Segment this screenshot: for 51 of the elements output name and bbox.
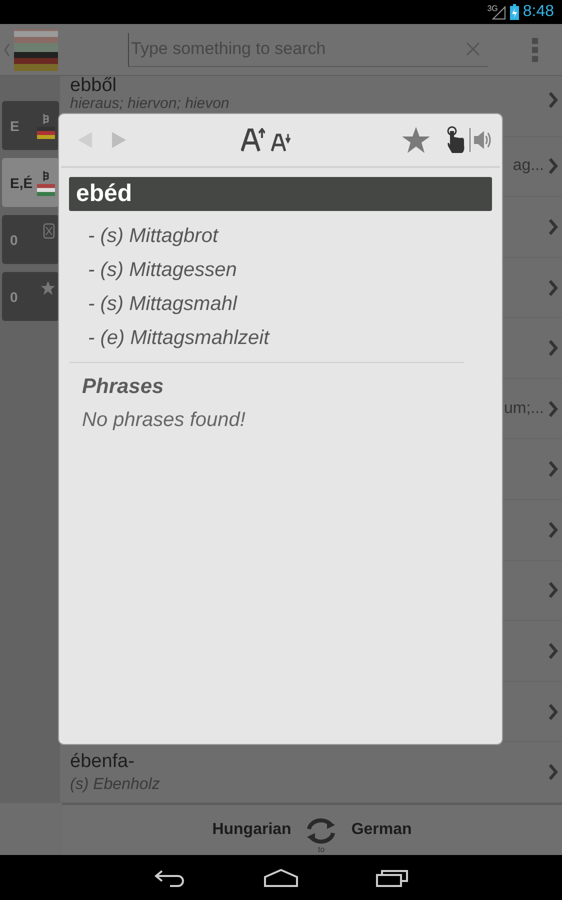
chevron-icon[interactable] <box>548 642 558 659</box>
translation-text: - (s) Mittagessen <box>88 258 238 283</box>
sidebar-tab[interactable]: E,É <box>2 158 59 207</box>
flag-icon <box>37 184 55 196</box>
entry-word: ebből <box>70 76 118 96</box>
translation-text: - (e) Mittagsmahlzeit <box>88 326 271 351</box>
clear-icon[interactable] <box>466 42 480 56</box>
star-icon <box>41 280 55 294</box>
battery-icon <box>510 4 519 20</box>
chevron-icon[interactable] <box>548 461 558 478</box>
chevron-icon[interactable] <box>548 764 558 780</box>
chevron-icon[interactable] <box>548 158 558 174</box>
flag-icon <box>37 126 55 138</box>
chevron-icon[interactable] <box>548 92 558 108</box>
back-icon[interactable] <box>154 868 186 886</box>
connector-label: to <box>318 844 325 854</box>
star-icon[interactable] <box>402 127 430 153</box>
flag-icon[interactable] <box>14 28 58 70</box>
network-type: 3G <box>487 4 498 13</box>
translation-text: - (s) Mittagsmahl <box>88 292 238 317</box>
chevron-icon[interactable] <box>548 704 558 720</box>
entry-translation: um;... <box>504 400 544 418</box>
chevron-icon[interactable] <box>548 582 558 598</box>
source-language[interactable]: Hungarian <box>212 821 292 839</box>
forward-icon <box>111 131 127 149</box>
sidebar-tab[interactable]: 0 <box>2 272 59 321</box>
sidebar-tab[interactable]: E <box>2 101 59 150</box>
target-language[interactable]: German <box>351 821 412 839</box>
font-decrease-icon[interactable] <box>270 132 290 152</box>
recents-icon[interactable] <box>376 868 408 886</box>
clock: 8:48 <box>522 3 554 21</box>
letters-icon <box>42 170 50 182</box>
empty-message: No phrases found! <box>82 409 246 432</box>
chevron-icon[interactable] <box>548 280 558 296</box>
chevron-icon[interactable] <box>548 340 558 356</box>
entry-word: ébenfa- <box>70 750 136 773</box>
phrases-heading: Phrases <box>82 375 165 399</box>
chevron-icon[interactable] <box>548 218 558 235</box>
overflow-menu-icon[interactable] <box>532 38 538 62</box>
sidebar-tab[interactable]: 0 <box>2 215 59 264</box>
hand-pointer-icon[interactable] <box>446 125 466 155</box>
translation-text: - (s) Mittagbrot <box>88 224 220 249</box>
letters-icon <box>42 112 50 124</box>
swap-icon[interactable] <box>305 816 338 844</box>
chevron-icon[interactable] <box>548 522 558 538</box>
headword: ebéd <box>69 177 492 211</box>
font-increase-icon[interactable] <box>240 128 264 152</box>
home-icon[interactable] <box>264 868 298 886</box>
chevron-icon[interactable] <box>548 400 558 417</box>
entry-translation: ag... <box>512 157 544 176</box>
caret-icon[interactable] <box>3 42 11 56</box>
